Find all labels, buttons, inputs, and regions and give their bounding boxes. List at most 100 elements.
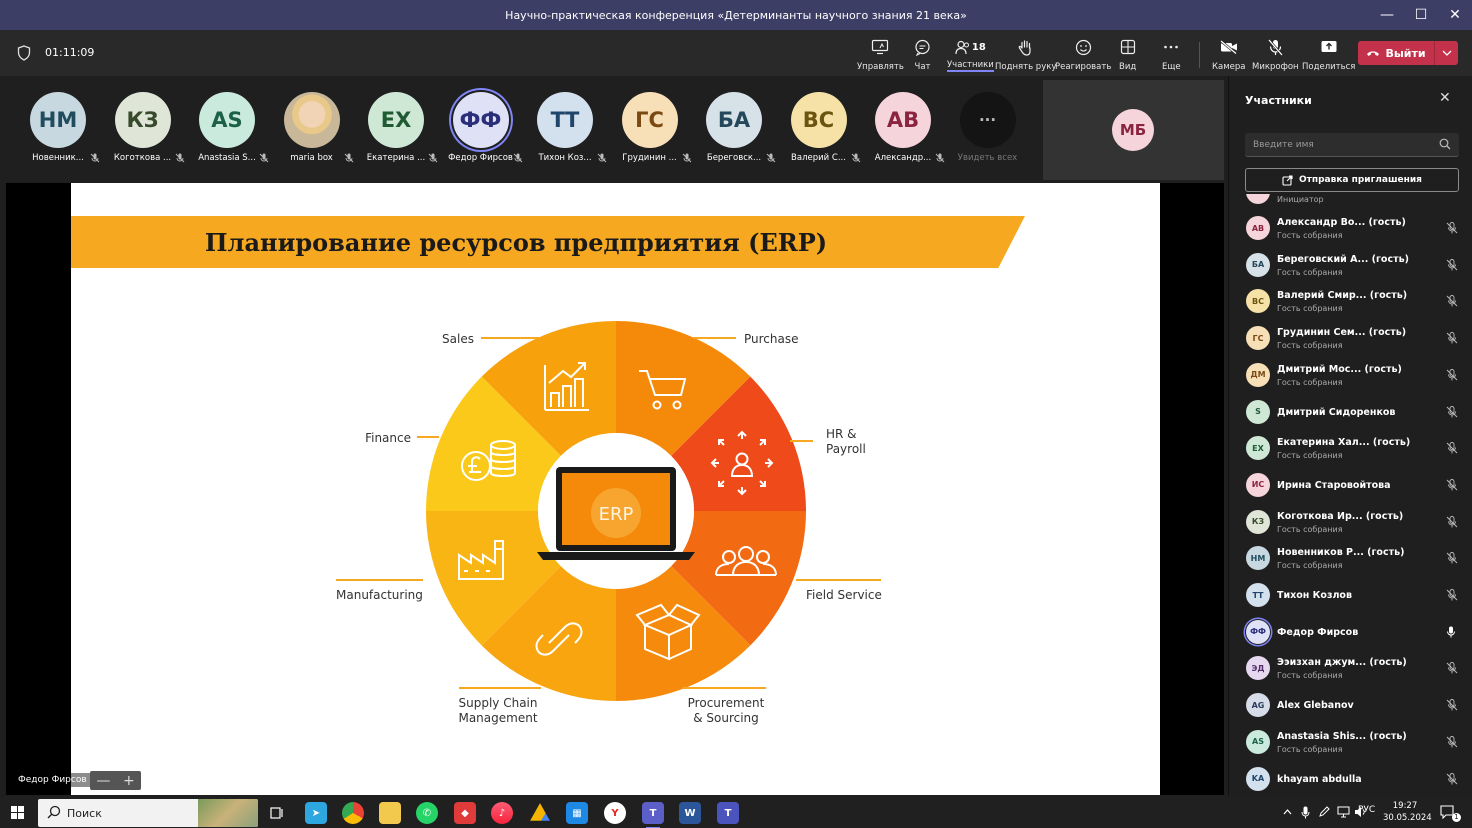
anydesk-app-icon[interactable]: ◆ bbox=[454, 802, 476, 824]
self-view-tile[interactable]: МБ bbox=[1043, 80, 1224, 180]
presenter-name: Федор Фирсов bbox=[14, 773, 91, 787]
mic-icon bbox=[1447, 626, 1455, 638]
share-button[interactable]: Поделиться bbox=[1302, 38, 1355, 72]
participant-row[interactable]: ИС Ирина Старовойтова bbox=[1229, 467, 1472, 503]
word-app-icon[interactable]: W bbox=[679, 802, 701, 824]
windows-start-icon[interactable] bbox=[11, 806, 24, 819]
zoom-in-button[interactable]: + bbox=[123, 773, 135, 789]
taskbar-search[interactable]: Поиск bbox=[38, 799, 258, 827]
maximize-button[interactable]: ☐ bbox=[1404, 0, 1438, 30]
participant-row[interactable]: НМ Новенников Р... (гость) Гость собрания bbox=[1229, 540, 1472, 576]
participant-avatar: AS bbox=[1246, 729, 1270, 754]
participant-row[interactable]: ВС Валерий Смир... (гость) Гость собрания bbox=[1229, 283, 1472, 319]
google-drive-icon[interactable] bbox=[530, 803, 550, 821]
gallery-tile[interactable]: maria box bbox=[270, 92, 354, 172]
participant-row[interactable]: БА Береговский А... (гость) Гость собрания bbox=[1229, 247, 1472, 283]
pen-icon[interactable] bbox=[1318, 806, 1330, 818]
participant-row[interactable]: ФФ Федор Фирсов bbox=[1229, 614, 1472, 650]
people-icon: 18 bbox=[955, 38, 986, 56]
participant-name: Anastasia Shis... (гость) bbox=[1277, 730, 1407, 742]
panel-title: Участники bbox=[1245, 94, 1312, 107]
label-hr-payroll: HR & Payroll bbox=[826, 427, 866, 456]
chat-button[interactable]: Чат bbox=[914, 38, 931, 72]
see-all-button[interactable]: ··· Увидеть всех bbox=[946, 92, 1030, 172]
share-label: Поделиться bbox=[1302, 62, 1356, 72]
smile-icon bbox=[1075, 38, 1092, 56]
teams-app-icon[interactable]: T bbox=[642, 802, 664, 828]
participant-row[interactable]: КЗ Коготкова Ир... (гость) Гость собрания bbox=[1229, 504, 1472, 540]
gallery-tile[interactable]: ТТ Тихон Коз... bbox=[523, 92, 607, 172]
react-button[interactable]: Реагировать bbox=[1055, 38, 1111, 72]
gallery-tile[interactable]: БА Береговск... bbox=[692, 92, 776, 172]
participant-row[interactable]: ДМ Дмитрий Мос... (гость) Гость собрания bbox=[1229, 357, 1472, 393]
participant-row-partial[interactable]: Инициатор bbox=[1229, 194, 1472, 210]
mic-button[interactable]: Микрофон bbox=[1252, 38, 1299, 72]
search-icon bbox=[47, 805, 61, 819]
window-controls: — ☐ ✕ bbox=[1370, 0, 1472, 30]
notification-count: 1 bbox=[1452, 813, 1461, 822]
participant-avatar: AG bbox=[1246, 693, 1270, 718]
participant-row[interactable]: АВ Александр Во... (гость) Гость собрания bbox=[1229, 210, 1472, 246]
chevron-up-icon[interactable] bbox=[1283, 809, 1292, 815]
whatsapp-app-icon[interactable]: ✆ bbox=[416, 802, 438, 824]
participant-name: Береговск... bbox=[706, 153, 762, 163]
mic-off-icon bbox=[259, 153, 269, 163]
participant-row[interactable]: ЕХ Екатерина Хал... (гость) Гость собрания bbox=[1229, 430, 1472, 466]
participant-count: 18 bbox=[971, 41, 986, 53]
participant-search-input[interactable] bbox=[1253, 137, 1433, 153]
leave-main[interactable]: Выйти bbox=[1358, 47, 1434, 60]
leave-options-button[interactable] bbox=[1435, 50, 1458, 56]
zoom-out-button[interactable]: — bbox=[96, 773, 110, 789]
participant-row[interactable]: ГС Грудинин Сем... (гость) Гость собрания bbox=[1229, 320, 1472, 356]
gallery-tile[interactable]: КЗ Коготкова ... bbox=[101, 92, 185, 172]
camera-button[interactable]: Камера bbox=[1212, 38, 1246, 72]
gallery-tile[interactable]: AS Anastasia S... bbox=[185, 92, 269, 172]
gallery-tile[interactable]: ВС Валерий С... bbox=[777, 92, 861, 172]
people-button[interactable]: 18 Участники bbox=[947, 38, 994, 72]
teams-classic-icon[interactable]: T bbox=[717, 802, 739, 824]
view-button[interactable]: Вид bbox=[1119, 38, 1136, 72]
task-view-icon[interactable] bbox=[270, 806, 284, 820]
gallery-tile[interactable]: НМ Новенник... bbox=[16, 92, 100, 172]
send-invite-label: Отправка приглашения bbox=[1299, 175, 1422, 185]
participant-row[interactable]: ТТ Тихон Козлов bbox=[1229, 577, 1472, 613]
close-panel-button[interactable]: ✕ bbox=[1439, 90, 1451, 106]
participant-row[interactable]: ЭД Ээизхан джум... (гость) Гость собрания bbox=[1229, 650, 1472, 686]
participant-row[interactable]: KA khayam abdulla bbox=[1229, 761, 1472, 797]
mic-off-icon bbox=[1446, 222, 1458, 234]
yandex-browser-icon[interactable]: Y bbox=[604, 802, 626, 824]
gallery-tile[interactable]: ЕХ Екатерина ... bbox=[354, 92, 438, 172]
label-finance: Finance bbox=[365, 431, 411, 445]
participant-row[interactable]: AG Alex Glebanov bbox=[1229, 687, 1472, 723]
file-explorer-icon[interactable] bbox=[379, 802, 401, 824]
input-language[interactable]: РУС bbox=[1358, 805, 1375, 815]
close-window-button[interactable]: ✕ bbox=[1438, 0, 1472, 30]
store-app-icon[interactable]: ▦ bbox=[566, 802, 588, 824]
manage-button[interactable]: Управлять bbox=[857, 38, 904, 72]
gallery-tile[interactable]: ФФ Федор Фирсов bbox=[439, 92, 523, 172]
raise-hand-button[interactable]: Поднять руку bbox=[995, 38, 1056, 72]
telegram-app-icon[interactable]: ➤ bbox=[305, 802, 327, 824]
mic-icon[interactable] bbox=[1301, 806, 1310, 819]
participant-row[interactable]: AS Anastasia Shis... (гость) Гость собрани… bbox=[1229, 724, 1472, 760]
participant-avatar: ТТ bbox=[537, 92, 593, 148]
mic-off-icon bbox=[1446, 368, 1458, 381]
send-invite-button[interactable]: Отправка приглашения bbox=[1245, 168, 1459, 192]
chrome-app-icon[interactable] bbox=[342, 802, 364, 824]
mic-off-icon bbox=[1446, 295, 1458, 307]
network-icon[interactable] bbox=[1337, 806, 1350, 818]
leave-button[interactable]: Выйти bbox=[1358, 41, 1458, 65]
more-button[interactable]: Еще bbox=[1162, 38, 1181, 72]
participant-avatar: ФФ bbox=[1246, 619, 1270, 644]
participant-avatar: КЗ bbox=[114, 92, 171, 148]
music-app-icon[interactable]: ♪ bbox=[491, 802, 513, 824]
minimize-button[interactable]: — bbox=[1370, 0, 1404, 30]
gallery-tile[interactable]: ГС Грудинин ... bbox=[608, 92, 692, 172]
taskbar-clock[interactable]: 19:27 30.05.2024 bbox=[1383, 800, 1432, 824]
participant-list: Инициатор АВ Александр Во... (гость) Гость… bbox=[1229, 194, 1472, 796]
gallery-tile[interactable]: АВ Александр... bbox=[861, 92, 945, 172]
participant-name: Дмитрий Мос... (гость) bbox=[1277, 363, 1402, 375]
participant-row[interactable]: S Дмитрий Сидоренков bbox=[1229, 394, 1472, 430]
erp-wheel-diagram: ERP Sales Purchase HR & Payroll Field Service… bbox=[336, 321, 882, 725]
self-avatar: МБ bbox=[1112, 109, 1154, 151]
